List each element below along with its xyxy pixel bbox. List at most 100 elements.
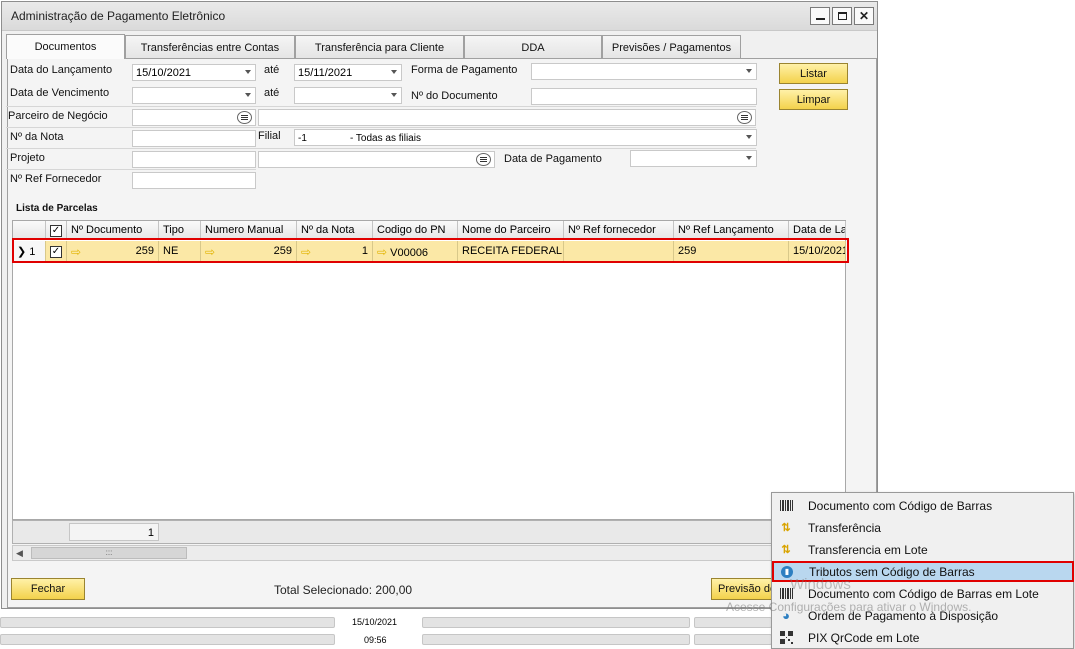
dropdown-arrow-icon	[245, 93, 251, 97]
dropdown-arrow-icon	[746, 156, 752, 160]
cell-nome-parceiro: RECEITA FEDERAL	[458, 241, 564, 261]
watermark-text: Acesse Configurações para ativar o Windo…	[726, 600, 972, 614]
scroll-thumb[interactable]: :::	[31, 547, 187, 559]
filial-label: Filial	[258, 130, 281, 142]
filial-value: - Todas as filiais	[350, 133, 421, 144]
tab-documentos[interactable]: Documentos	[6, 34, 125, 59]
row-header[interactable]: ❯ 1	[13, 241, 46, 261]
ref-fornecedor-label: Nº Ref Fornecedor	[10, 173, 102, 185]
col-data[interactable]: Data de La	[789, 221, 846, 240]
close-icon: ✕	[858, 9, 870, 23]
status-cell	[422, 617, 690, 628]
cell-data: 15/10/2021	[789, 241, 846, 261]
filial-code: -1	[298, 133, 307, 144]
listar-button[interactable]: Listar	[779, 63, 848, 84]
cell-value: 1	[361, 245, 368, 257]
total-selecionado: Total Selecionado: 200,00	[274, 583, 413, 597]
parceiro-code-field[interactable]	[132, 109, 256, 126]
payment-type-menu: Documento com Código de Barras ⇅ Transfe…	[771, 492, 1074, 649]
data-vencimento-to-field[interactable]	[294, 87, 402, 104]
tab-transferencias-entre-contas[interactable]: Transferências entre Contas	[125, 35, 295, 59]
maximize-button[interactable]	[832, 7, 852, 25]
checkbox-checked-icon[interactable]: ✓	[50, 225, 62, 237]
divider	[6, 169, 256, 170]
cell-num-documento[interactable]: ⇨ 259	[67, 241, 159, 261]
previsao-button[interactable]: Previsão de	[711, 578, 777, 600]
menu-item-documento-codigo-barras[interactable]: Documento com Código de Barras	[773, 495, 1073, 516]
col-codigo-pn[interactable]: Codigo do PN	[373, 221, 458, 240]
fechar-button[interactable]: Fechar	[11, 578, 85, 600]
col-ref-lancamento[interactable]: Nº Ref Lançamento	[674, 221, 789, 240]
row-select[interactable]: ✓	[46, 241, 67, 261]
barcode-icon	[778, 498, 794, 514]
link-arrow-icon[interactable]: ⇨	[71, 245, 81, 259]
cell-numero-manual[interactable]: ⇨ 259	[201, 241, 297, 261]
forma-pagamento-select[interactable]	[531, 63, 757, 80]
horizontal-scrollbar[interactable]: ◀ :::	[12, 545, 846, 561]
num-nota-field[interactable]	[132, 130, 256, 147]
select-all-header[interactable]: ✓	[46, 221, 67, 240]
col-num-documento[interactable]: Nº Documento	[67, 221, 159, 240]
grid-footer: 1	[12, 520, 846, 544]
projeto-name-field[interactable]	[258, 151, 495, 168]
col-tipo[interactable]: Tipo	[159, 221, 201, 240]
menu-item-label: Documento com Código de Barras	[808, 498, 993, 513]
list-icon[interactable]	[237, 111, 252, 124]
footer-count: 1	[69, 523, 159, 541]
tab-dda[interactable]: DDA	[464, 35, 602, 59]
cell-ref-lancamento: 259	[674, 241, 789, 261]
projeto-code-field[interactable]	[132, 151, 256, 168]
minimize-icon	[815, 18, 825, 20]
data-lancamento-label: Data do Lançamento	[10, 64, 113, 76]
menu-item-pix-qrcode[interactable]: PIX QrCode em Lote	[773, 627, 1073, 648]
tab-previsoes-pagamentos[interactable]: Previsões / Pagamentos	[602, 35, 741, 59]
menu-item-transferencia-lote[interactable]: ⇅ Transferencia em Lote	[773, 539, 1073, 560]
forma-pagamento-label: Forma de Pagamento	[411, 64, 518, 76]
col-numero-manual[interactable]: Numero Manual	[201, 221, 297, 240]
cell-value: 259	[135, 245, 154, 257]
data-vencimento-from-field[interactable]	[132, 87, 256, 104]
data-pagamento-field[interactable]	[630, 150, 757, 167]
cell-num-nota[interactable]: ⇨ 1	[297, 241, 373, 261]
num-documento-field[interactable]	[531, 88, 757, 105]
checkbox-checked-icon[interactable]: ✓	[50, 246, 62, 258]
col-nome-parceiro[interactable]: Nome do Parceiro	[458, 221, 564, 240]
col-num-nota[interactable]: Nº da Nota	[297, 221, 373, 240]
link-arrow-icon[interactable]: ⇨	[205, 245, 215, 259]
data-lancamento-to-field[interactable]: 15/11/2021	[294, 64, 402, 81]
link-arrow-icon[interactable]: ⇨	[301, 245, 311, 259]
dropdown-arrow-icon	[746, 69, 752, 73]
status-time: 09:56	[364, 635, 387, 645]
cell-codigo-pn[interactable]: ⇨ V00006	[373, 241, 458, 261]
num-documento-label: Nº do Documento	[411, 90, 498, 102]
row-pointer-icon: ❯	[17, 246, 27, 258]
cell-tipo: NE	[159, 241, 201, 261]
menu-item-transferencia[interactable]: ⇅ Transferência	[773, 517, 1073, 538]
dropdown-arrow-icon	[391, 70, 397, 74]
minimize-button[interactable]	[810, 7, 830, 25]
cell-value: V00006	[390, 247, 429, 259]
list-icon[interactable]	[737, 111, 752, 124]
title-bar: Administração de Pagamento Eletrônico ✕	[2, 2, 877, 31]
dropdown-arrow-icon	[245, 70, 251, 74]
maximize-icon	[837, 12, 847, 20]
row-index: 1	[29, 246, 36, 258]
data-lancamento-to-value: 15/11/2021	[298, 67, 353, 79]
divider	[6, 106, 756, 107]
status-cell	[422, 634, 690, 645]
cell-value: 259	[273, 245, 292, 257]
limpar-button[interactable]: Limpar	[779, 89, 848, 110]
scroll-left-icon[interactable]: ◀	[16, 548, 23, 559]
col-ref-fornecedor[interactable]: Nº Ref fornecedor	[564, 221, 674, 240]
tab-transferencia-para-cliente[interactable]: Transferência para Cliente	[295, 35, 464, 59]
close-button[interactable]: ✕	[854, 7, 874, 25]
link-arrow-icon[interactable]: ⇨	[377, 245, 387, 259]
ref-fornecedor-field[interactable]	[132, 172, 256, 189]
parceiro-label: Parceiro de Negócio	[8, 110, 108, 122]
filial-select[interactable]: -1 - Todas as filiais	[294, 129, 757, 146]
row-header-corner	[13, 221, 46, 240]
parceiro-name-field[interactable]	[258, 109, 756, 126]
transfer-arrows-icon: ⇅	[781, 544, 791, 556]
data-lancamento-from-field[interactable]: 15/10/2021	[132, 64, 256, 81]
list-icon[interactable]	[476, 153, 491, 166]
